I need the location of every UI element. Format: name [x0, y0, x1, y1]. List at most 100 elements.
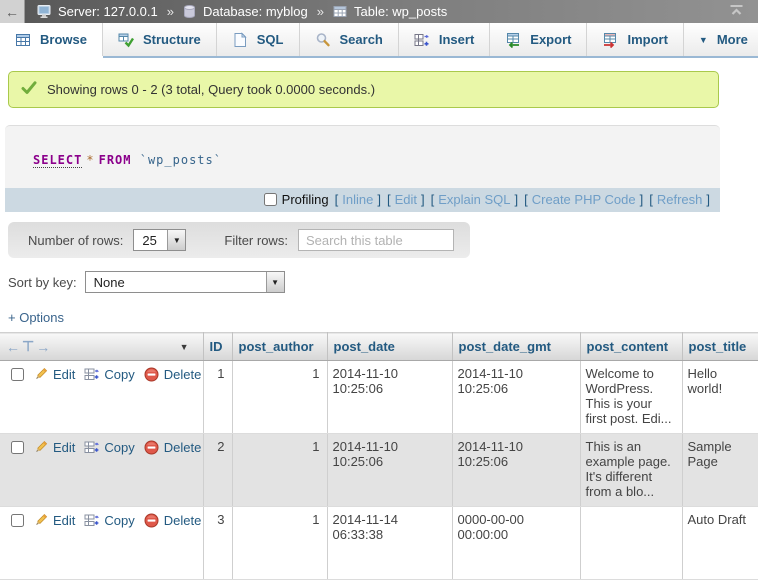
column-header-post-author[interactable]: post_author — [232, 333, 327, 361]
rows-per-page-label: Number of rows: — [28, 233, 123, 248]
bracket: [ — [649, 192, 653, 207]
bracket: ] — [706, 192, 710, 207]
export-icon — [505, 32, 521, 48]
bracket: [ — [431, 192, 435, 207]
copy-label: Copy — [104, 513, 134, 528]
edit-label: Edit — [53, 440, 75, 455]
column-header-post-date[interactable]: post_date — [327, 333, 452, 361]
sql-query-text: SELECT*FROM `wp_posts` — [5, 126, 720, 188]
delete-label: Delete — [164, 367, 202, 382]
cell-post-author[interactable]: 1 — [232, 361, 327, 434]
tab-sql[interactable]: SQL — [217, 23, 300, 56]
copy-link[interactable]: Copy — [84, 440, 134, 455]
cell-post-content[interactable]: Welcome to WordPress. This is your first… — [580, 361, 682, 434]
delete-label: Delete — [164, 440, 202, 455]
cell-post-title[interactable]: Hello world! — [682, 361, 758, 434]
refresh-link[interactable]: Refresh — [657, 192, 703, 207]
edit-link[interactable]: Edit — [33, 440, 75, 455]
bracket: ] — [421, 192, 425, 207]
breadcrumb-server[interactable]: Server: 127.0.0.1 — [58, 4, 158, 19]
pencil-icon — [33, 440, 48, 455]
cell-id[interactable]: 1 — [203, 361, 232, 434]
tab-structure[interactable]: Structure — [103, 23, 217, 56]
copy-link[interactable]: Copy — [84, 513, 134, 528]
copy-icon — [84, 367, 99, 382]
cell-post-author[interactable]: 1 — [232, 434, 327, 507]
cell-post-content[interactable]: This is an example page. It's different … — [580, 434, 682, 507]
column-display-toggle[interactable]: ← ⊤ → — [6, 338, 50, 355]
cell-post-author[interactable]: 1 — [232, 507, 327, 580]
explain-sql-link[interactable]: Explain SQL — [438, 192, 510, 207]
cell-id[interactable]: 3 — [203, 507, 232, 580]
cell-post-date-gmt[interactable]: 2014-11-10 10:25:06 — [452, 361, 580, 434]
result-message: Showing rows 0 - 2 (3 total, Query took … — [8, 71, 719, 108]
sort-by-key-value: None — [86, 272, 266, 292]
chevron-down-icon: ▼ — [266, 272, 284, 292]
edit-link[interactable]: Edit — [33, 513, 75, 528]
sql-keyword-select[interactable]: SELECT — [33, 153, 82, 168]
cell-post-date[interactable]: 2014-11-14 06:33:38 — [327, 507, 452, 580]
options-toggle-link[interactable]: + Options — [8, 310, 64, 325]
delete-icon — [144, 367, 159, 382]
cell-post-title[interactable]: Sample Page — [682, 434, 758, 507]
edit-query-link[interactable]: Edit — [395, 192, 417, 207]
cell-post-date[interactable]: 2014-11-10 10:25:06 — [327, 434, 452, 507]
sort-by-key-select[interactable]: None ▼ — [85, 271, 285, 293]
delete-label: Delete — [164, 513, 202, 528]
delete-link[interactable]: Delete — [144, 513, 202, 528]
delete-link[interactable]: Delete — [144, 440, 202, 455]
back-button[interactable]: ← — [0, 0, 25, 23]
tab-import[interactable]: Import — [587, 23, 683, 56]
table-tabs: Browse Structure SQL Search Insert Expor… — [0, 23, 758, 58]
edit-link[interactable]: Edit — [33, 367, 75, 382]
cell-post-title[interactable]: Auto Draft — [682, 507, 758, 580]
rows-per-page-select[interactable]: 25 ▼ — [133, 229, 186, 251]
filter-rows-label: Filter rows: — [224, 233, 288, 248]
server-breadcrumb-bar: ← Server: 127.0.0.1 » Database: myblog »… — [0, 0, 758, 23]
cell-post-date[interactable]: 2014-11-10 10:25:06 — [327, 361, 452, 434]
profiling-checkbox[interactable] — [264, 193, 277, 206]
success-check-icon — [21, 81, 37, 98]
tab-more[interactable]: ▼ More — [684, 23, 758, 56]
left-arrow-icon: ← — [6, 339, 20, 355]
cell-post-date-gmt[interactable]: 2014-11-10 10:25:06 — [452, 434, 580, 507]
cell-id[interactable]: 2 — [203, 434, 232, 507]
pencil-icon — [33, 367, 48, 382]
table-row: Edit Copy Delete 3 1 2014-11-14 06:33:38… — [0, 507, 758, 580]
row-checkbox[interactable] — [11, 514, 24, 527]
sql-star: * — [86, 153, 94, 167]
bracket: [ — [524, 192, 528, 207]
delete-link[interactable]: Delete — [144, 367, 202, 382]
breadcrumb-separator: » — [317, 4, 324, 19]
import-icon — [602, 32, 618, 48]
tab-browse[interactable]: Browse — [0, 23, 103, 56]
breadcrumb-database[interactable]: Database: myblog — [203, 4, 308, 19]
copy-link[interactable]: Copy — [84, 367, 134, 382]
filter-search-input[interactable] — [298, 229, 454, 251]
cell-post-content[interactable] — [580, 507, 682, 580]
tab-insert[interactable]: Insert — [399, 23, 490, 56]
inline-link[interactable]: Inline — [342, 192, 373, 207]
breadcrumb-table[interactable]: Table: wp_posts — [354, 4, 447, 19]
column-header-id[interactable]: ID — [203, 333, 232, 361]
copy-icon — [84, 440, 99, 455]
delete-icon — [144, 513, 159, 528]
browse-icon — [15, 32, 31, 48]
row-checkbox[interactable] — [11, 441, 24, 454]
sort-dropdown-icon[interactable]: ▼ — [180, 342, 189, 352]
tab-label: Insert — [439, 32, 474, 47]
insert-icon — [414, 32, 430, 48]
collapse-menubar-button[interactable] — [729, 4, 744, 20]
cell-post-date-gmt[interactable]: 0000-00-00 00:00:00 — [452, 507, 580, 580]
table-row: Edit Copy Delete 1 1 2014-11-10 10:25:06… — [0, 361, 758, 434]
bracket: [ — [335, 192, 339, 207]
column-header-post-content[interactable]: post_content — [580, 333, 682, 361]
create-php-code-link[interactable]: Create PHP Code — [532, 192, 636, 207]
structure-icon — [118, 32, 134, 48]
copy-label: Copy — [104, 440, 134, 455]
tab-export[interactable]: Export — [490, 23, 587, 56]
row-checkbox[interactable] — [11, 368, 24, 381]
column-header-post-date-gmt[interactable]: post_date_gmt — [452, 333, 580, 361]
column-header-post-title[interactable]: post_title — [682, 333, 758, 361]
tab-search[interactable]: Search — [300, 23, 399, 56]
